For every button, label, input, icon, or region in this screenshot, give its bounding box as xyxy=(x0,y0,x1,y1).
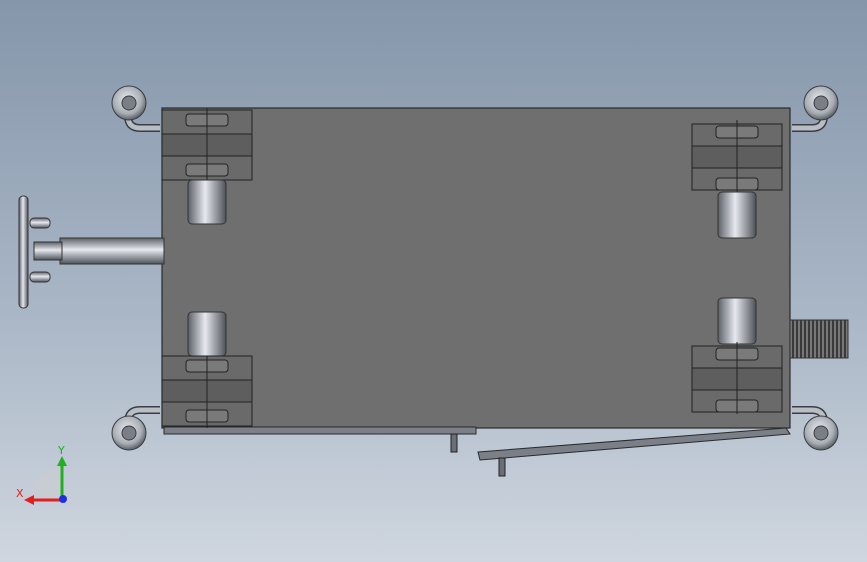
lever-handle[interactable] xyxy=(450,427,791,477)
x-axis-arrow-icon xyxy=(24,495,34,505)
coordinate-triad: Y X xyxy=(16,444,67,505)
cad-viewport[interactable]: Y X xyxy=(0,0,867,562)
threaded-rod[interactable] xyxy=(789,319,849,359)
caster-wheel-bottom-left[interactable] xyxy=(111,406,160,451)
caster-wheel-top-right[interactable] xyxy=(792,85,839,132)
x-axis-label: X xyxy=(16,487,24,500)
caster-wheel-top-left[interactable] xyxy=(111,85,160,132)
caster-wheel-bottom-right[interactable] xyxy=(792,406,839,451)
handwheel-assembly[interactable] xyxy=(18,195,165,309)
z-axis-dot-icon xyxy=(59,495,67,503)
y-axis-arrow-icon xyxy=(57,456,67,466)
y-axis-label: Y xyxy=(57,444,65,457)
